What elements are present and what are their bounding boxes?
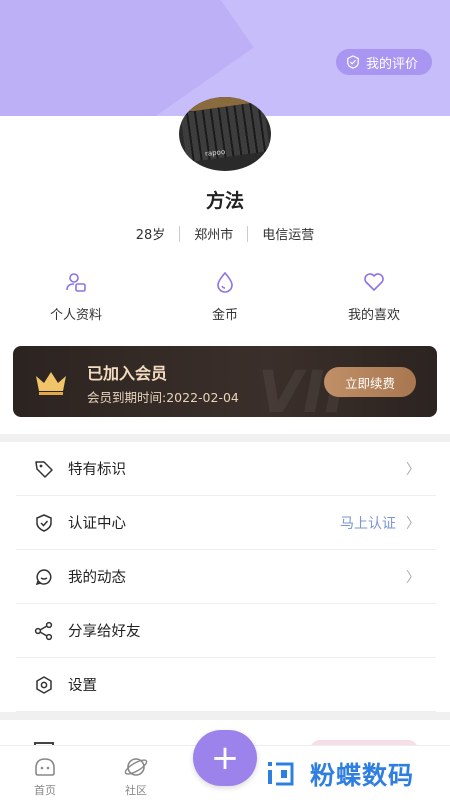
share-icon <box>34 621 53 640</box>
menu-item-label: 分享给好友 <box>68 624 141 640</box>
menu-item-my-posts[interactable]: 我的动态 〉 <box>16 550 436 604</box>
my-rating-label: 我的评价 <box>365 56 418 72</box>
watermark-logo: 粉蝶数码 <box>262 752 442 796</box>
menu-item-label: 认证中心 <box>68 516 126 532</box>
home-face-icon <box>35 758 55 776</box>
tab-label: 首页 <box>34 784 56 797</box>
tab-label: 社区 <box>125 784 147 797</box>
avatar[interactable]: rapoo <box>179 97 271 171</box>
chevron-right-icon: 〉 <box>406 461 420 478</box>
menu-item-settings[interactable]: 设置 <box>16 658 436 712</box>
tag-divider <box>247 225 249 242</box>
tab-community[interactable]: 社区 <box>106 754 166 798</box>
my-rating-button[interactable]: 我的评价 <box>335 49 432 75</box>
age-tag: 28岁 <box>135 228 166 243</box>
tag-icon <box>35 460 53 478</box>
shield-icon <box>36 513 52 532</box>
profile-name: 方法 <box>205 190 244 212</box>
quick-action-label: 我的喜欢 <box>347 308 400 323</box>
menu-item-label: 设置 <box>68 678 97 694</box>
certify-now-link[interactable]: 马上认证 <box>340 513 396 533</box>
profile-card-icon <box>66 273 86 292</box>
logo-text: 粉蝶数码 <box>310 761 415 790</box>
menu-item-label: 特有标识 <box>68 462 126 478</box>
menu-item-certification[interactable]: 认证中心 马上认证 〉 <box>16 496 436 550</box>
quick-action-coins[interactable]: 金币 <box>165 270 285 323</box>
planet-icon <box>124 758 148 776</box>
quick-action-profile[interactable]: 个人资料 <box>16 270 136 323</box>
quick-actions: 个人资料 金币 我的喜欢 <box>0 270 450 326</box>
chevron-right-icon: 〉 <box>406 515 420 532</box>
section-divider <box>0 712 450 720</box>
heart-icon <box>364 273 384 291</box>
quick-action-likes[interactable]: 我的喜欢 <box>314 270 434 323</box>
logo-icon <box>268 762 294 786</box>
menu-item-share[interactable]: 分享给好友 <box>16 604 436 658</box>
section-divider <box>0 434 450 442</box>
tag-divider <box>179 225 181 242</box>
settings-icon <box>36 675 52 694</box>
vip-expiry: 会员到期时间:2022-02-04 <box>87 390 239 405</box>
menu-item-special-tag[interactable]: 特有标识 〉 <box>16 442 436 496</box>
droplet-icon <box>217 271 233 293</box>
vip-title: 已加入会员 <box>87 364 168 383</box>
vip-card[interactable]: VIP 已加入会员 会员到期时间:2022-02-04 立即续费 <box>13 346 437 417</box>
renew-button[interactable]: 立即续费 <box>324 367 416 397</box>
quick-action-label: 个人资料 <box>49 308 102 323</box>
profile-tags: 28岁 郑州市 电信运营 <box>0 224 450 243</box>
city-tag: 郑州市 <box>194 228 234 243</box>
tab-home[interactable]: 首页 <box>15 754 75 798</box>
chevron-right-icon: 〉 <box>406 569 420 586</box>
add-post-button[interactable]: + <box>193 730 257 786</box>
badge-icon <box>347 55 359 69</box>
crown-icon <box>36 372 66 395</box>
job-tag: 电信运营 <box>262 228 315 243</box>
menu-item-label: 我的动态 <box>68 570 126 586</box>
quick-action-label: 金币 <box>211 308 238 323</box>
chat-bubble-icon <box>35 568 52 585</box>
